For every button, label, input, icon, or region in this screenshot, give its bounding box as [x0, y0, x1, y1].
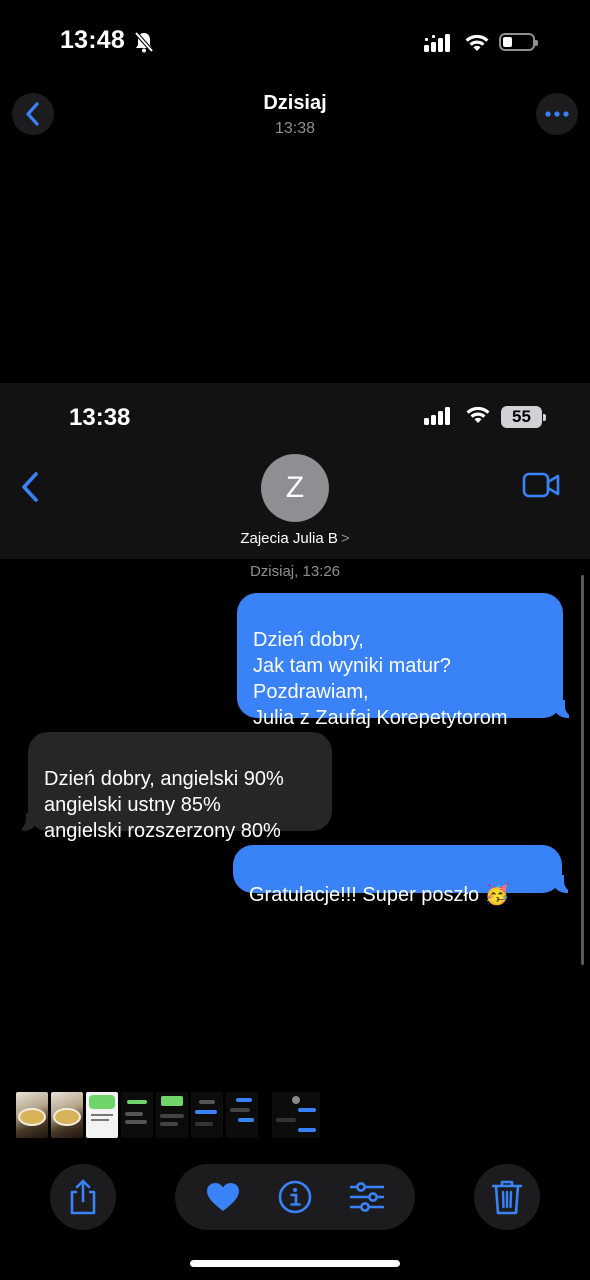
page-title: Dzisiaj — [263, 92, 327, 114]
chevron-right-icon: > — [340, 530, 350, 547]
photo-actions-group — [175, 1164, 415, 1230]
more-button[interactable] — [536, 93, 578, 135]
incoming-message[interactable]: Dzień dobry, angielski 90% angielski ust… — [12, 732, 332, 842]
date-separator: Dzisiaj, 13:26 — [249, 563, 341, 580]
scroll-indicator — [581, 575, 584, 965]
bell-slash-icon — [134, 31, 154, 53]
photo-thumbnail-current[interactable] — [272, 1092, 320, 1138]
inner-battery-nub — [543, 414, 546, 421]
outgoing-message[interactable]: Gratulacje!!! Super poszło 🥳 — [233, 845, 578, 906]
photo-thumbnail[interactable] — [86, 1092, 118, 1138]
bubble-tail — [552, 873, 578, 893]
delete-button[interactable] — [474, 1164, 540, 1230]
photo-screenshot[interactable]: 13:38 55 Z Zajecia Julia B > Dzisiaj, 13:… — [0, 383, 590, 1086]
message-text: Dzień dobry, Jak tam wyniki matur? Pozdr… — [253, 629, 508, 729]
photo-filmstrip[interactable] — [16, 1092, 320, 1138]
sliders-icon[interactable] — [350, 1182, 384, 1212]
info-icon[interactable] — [278, 1180, 312, 1214]
filmstrip-gap — [261, 1092, 269, 1138]
bubble-tail — [553, 698, 579, 718]
photo-thumbnail[interactable] — [226, 1092, 258, 1138]
inner-signal-icon — [424, 407, 450, 425]
photo-thumbnail[interactable] — [51, 1092, 83, 1138]
message-text: Gratulacje!!! Super poszło 🥳 — [249, 884, 510, 906]
photo-thumbnail[interactable] — [121, 1092, 153, 1138]
bubble-tail — [12, 811, 38, 831]
contact-name: Zajecia Julia B — [240, 530, 338, 547]
outgoing-message[interactable]: Dzień dobry, Jak tam wyniki matur? Pozdr… — [237, 593, 579, 729]
photo-thumbnail[interactable] — [16, 1092, 48, 1138]
inner-status-time: 13:38 — [69, 404, 131, 431]
signal-icon — [424, 34, 450, 52]
ellipsis-icon — [545, 111, 569, 117]
contact-name-row[interactable]: Zajecia Julia B > — [0, 530, 590, 547]
status-time: 13:48 — [60, 26, 125, 54]
video-camera-icon[interactable] — [522, 472, 560, 498]
page-subtitle-time: 13:38 — [274, 120, 316, 137]
inner-wifi-icon — [466, 406, 490, 423]
photo-thumbnail[interactable] — [191, 1092, 223, 1138]
contact-avatar[interactable]: Z — [261, 454, 329, 522]
conversation-back-icon[interactable] — [20, 471, 42, 503]
trash-icon — [492, 1180, 522, 1215]
heart-icon[interactable] — [206, 1182, 240, 1212]
battery-icon — [499, 33, 538, 51]
photo-thumbnail[interactable] — [156, 1092, 188, 1138]
inner-battery-level: 55 — [501, 406, 542, 428]
home-indicator[interactable] — [190, 1260, 400, 1267]
share-button[interactable] — [50, 1164, 116, 1230]
message-text: Dzień dobry, angielski 90% angielski ust… — [44, 768, 284, 842]
share-icon — [70, 1179, 96, 1215]
wifi-icon — [465, 34, 489, 51]
